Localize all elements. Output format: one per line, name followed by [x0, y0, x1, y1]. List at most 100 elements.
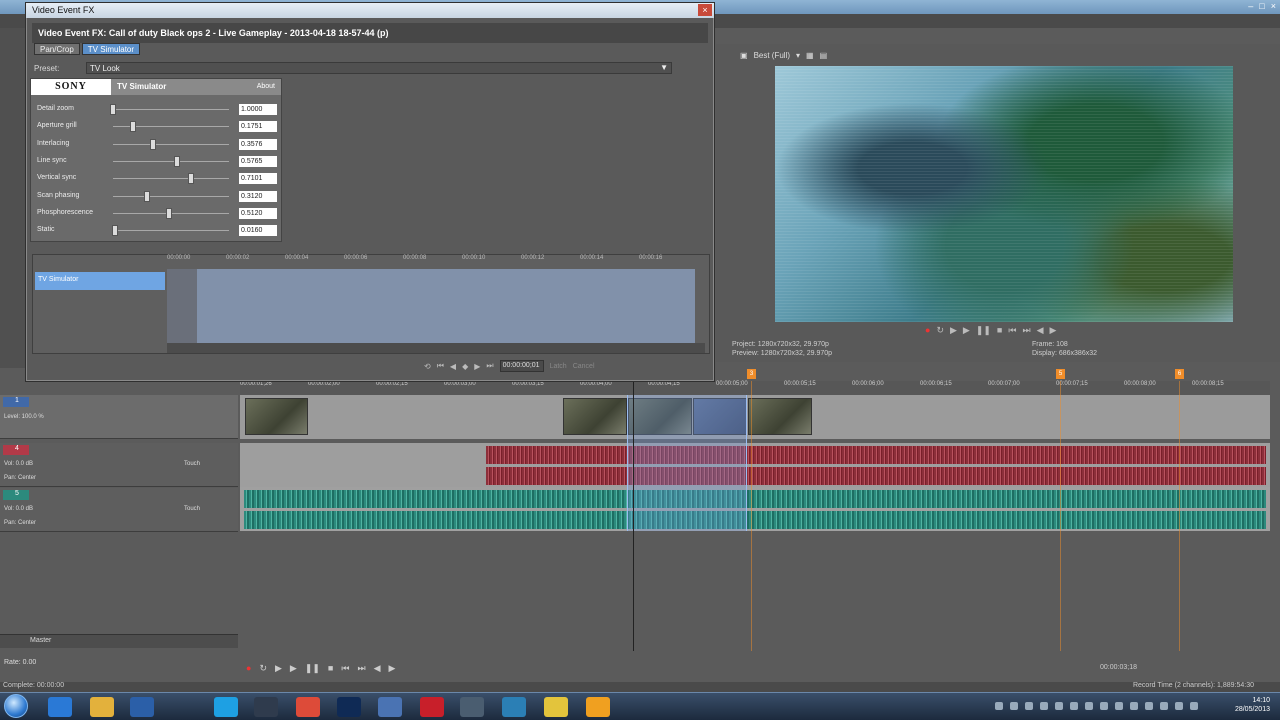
tray-icon[interactable]: [1190, 702, 1198, 710]
pause-icon[interactable]: ❚❚: [305, 663, 320, 674]
clock[interactable]: 14:10 28/05/2013: [1235, 696, 1270, 714]
param-value-field[interactable]: 0.7101: [239, 173, 277, 185]
record-icon[interactable]: ●: [925, 325, 930, 336]
cancel-button[interactable]: Cancel: [573, 363, 595, 370]
main-transport[interactable]: ● ↻ ▶ ▶ ❚❚ ■ ⏮ ⏭ ◀ ▶: [246, 663, 395, 674]
tray-icon[interactable]: [1070, 702, 1078, 710]
play-icon[interactable]: ▶: [275, 663, 282, 674]
track-header-video[interactable]: 1 Level: 100.0 %: [0, 395, 238, 439]
param-value-field[interactable]: 0.5120: [239, 207, 277, 219]
tray-icon[interactable]: [1040, 702, 1048, 710]
vegas-icon[interactable]: [378, 697, 402, 717]
preview-transport[interactable]: ● ↻ ▶ ▶ ❚❚ ■ ⏮ ⏭ ◀ ▶: [925, 325, 1056, 336]
timeline-marker[interactable]: 3: [747, 369, 756, 379]
param-value-field[interactable]: 0.1751: [239, 121, 277, 133]
last-keyframe-icon[interactable]: ⏭: [486, 361, 493, 371]
prev-keyframe-icon[interactable]: ◀: [450, 362, 456, 371]
keyframe-scrollbar[interactable]: [167, 343, 705, 353]
track-mode[interactable]: Touch: [184, 461, 200, 467]
copy-snapshot-icon[interactable]: ▤: [820, 51, 828, 60]
skype-icon[interactable]: [214, 697, 238, 717]
track-header-audio-2[interactable]: 5 Vol: 0.0 dB Pan: Center Touch: [0, 488, 238, 532]
steam-icon[interactable]: [254, 697, 278, 717]
slider-thumb[interactable]: [112, 225, 119, 237]
go-to-end-icon[interactable]: ⏭: [357, 663, 365, 674]
keyframe-track-label[interactable]: TV Simulator: [35, 272, 165, 290]
preview-toolbar[interactable]: ▣ Best (Full) ▾ ▦ ▤: [740, 48, 827, 62]
play-from-start-icon[interactable]: ▶: [290, 663, 297, 674]
preset-select[interactable]: TV Look ▼: [86, 62, 672, 74]
param-slider[interactable]: [113, 160, 229, 162]
go-to-end-icon[interactable]: ⏭: [1022, 325, 1030, 336]
track-mode[interactable]: Touch: [184, 506, 200, 512]
playhead-cursor[interactable]: [633, 381, 634, 651]
start-button[interactable]: [4, 694, 28, 718]
loop-icon[interactable]: ↻: [936, 325, 944, 336]
hamachi-icon[interactable]: [502, 697, 526, 717]
go-to-start-icon[interactable]: ⏮: [341, 663, 349, 674]
pause-icon[interactable]: ❚❚: [976, 325, 991, 336]
slider-thumb[interactable]: [149, 138, 156, 150]
tray-icon[interactable]: [1085, 702, 1093, 710]
fx-chain-pan-crop[interactable]: Pan/Crop: [34, 43, 80, 55]
fx-chain-tv-simulator[interactable]: TV Simulator: [81, 43, 141, 55]
chrome-icon[interactable]: [296, 697, 320, 717]
keyframe-controller[interactable]: TV Simulator 00:00:00 00:00:02 00:00:04 …: [32, 254, 710, 354]
param-value-field[interactable]: 0.0160: [239, 225, 277, 237]
tray-icon[interactable]: [1010, 702, 1018, 710]
empty-timeline-area[interactable]: [240, 535, 1270, 635]
timeline-marker[interactable]: 6: [1175, 369, 1184, 379]
master-bus[interactable]: Master: [0, 634, 238, 648]
video-clip[interactable]: [245, 398, 308, 435]
stop-icon[interactable]: ■: [997, 325, 1002, 336]
slider-thumb[interactable]: [173, 155, 180, 167]
param-value-field[interactable]: 0.5765: [239, 155, 277, 167]
next-keyframe-icon[interactable]: ▶: [474, 362, 480, 371]
app-icon[interactable]: [460, 697, 484, 717]
preview-quality[interactable]: Best (Full): [754, 51, 790, 60]
left-dock[interactable]: [0, 28, 28, 368]
param-value-field[interactable]: 0.3120: [239, 190, 277, 202]
maximize-icon[interactable]: □: [1259, 1, 1264, 11]
notepad-icon[interactable]: [586, 697, 610, 717]
file-explorer-icon[interactable]: [90, 697, 114, 717]
keyframe-track[interactable]: [167, 269, 695, 343]
video-clip[interactable]: [748, 398, 812, 435]
param-slider[interactable]: [113, 195, 229, 197]
photoshop-icon[interactable]: [337, 697, 361, 717]
tray-icon[interactable]: [1145, 702, 1153, 710]
param-slider[interactable]: [113, 143, 229, 145]
timeline-marker[interactable]: 5: [1056, 369, 1065, 379]
timeline-ruler[interactable]: 00:00:01;26 00:00:02;00 00:00:02;15 00:0…: [240, 381, 1270, 395]
slider-thumb[interactable]: [188, 173, 195, 185]
param-slider[interactable]: [113, 230, 229, 232]
overlay-icon[interactable]: ▦: [806, 51, 814, 60]
window-controls[interactable]: – □ ×: [1248, 1, 1276, 11]
prev-frame-icon[interactable]: ◀: [1037, 325, 1044, 336]
slider-thumb[interactable]: [166, 207, 173, 219]
next-frame-icon[interactable]: ▶: [389, 663, 396, 674]
latch-button[interactable]: Latch: [550, 363, 567, 370]
next-frame-icon[interactable]: ▶: [1050, 325, 1057, 336]
add-keyframe-icon[interactable]: ◆: [462, 362, 468, 371]
param-slider[interactable]: [113, 109, 229, 110]
record-icon[interactable]: ●: [246, 663, 251, 674]
tray-icon[interactable]: [1025, 702, 1033, 710]
slider-thumb[interactable]: [129, 121, 136, 133]
keyframe-toolbar[interactable]: ⟲ ⏮ ◀ ◆ ▶ ⏭ 00:00:00;01 Latch Cancel: [424, 360, 595, 372]
go-to-start-icon[interactable]: ⏮: [1008, 325, 1016, 336]
play-icon[interactable]: ▶: [963, 325, 970, 336]
video-clip[interactable]: [563, 398, 627, 435]
tray-icon[interactable]: [1115, 702, 1123, 710]
tray-icon[interactable]: [1055, 702, 1063, 710]
tray-icon[interactable]: [1100, 702, 1108, 710]
prev-frame-icon[interactable]: ◀: [374, 663, 381, 674]
dialog-close-button[interactable]: ×: [698, 4, 712, 16]
internet-explorer-icon[interactable]: [48, 697, 72, 717]
preview-settings-icon[interactable]: ▣: [740, 51, 748, 60]
track-header-audio-1[interactable]: 4 Vol: 0.0 dB Pan: Center Touch: [0, 443, 238, 487]
chevron-down-icon[interactable]: ▾: [796, 51, 800, 60]
tray-icon[interactable]: [1175, 702, 1183, 710]
param-slider[interactable]: [113, 178, 229, 180]
media-player-icon[interactable]: [130, 697, 154, 717]
